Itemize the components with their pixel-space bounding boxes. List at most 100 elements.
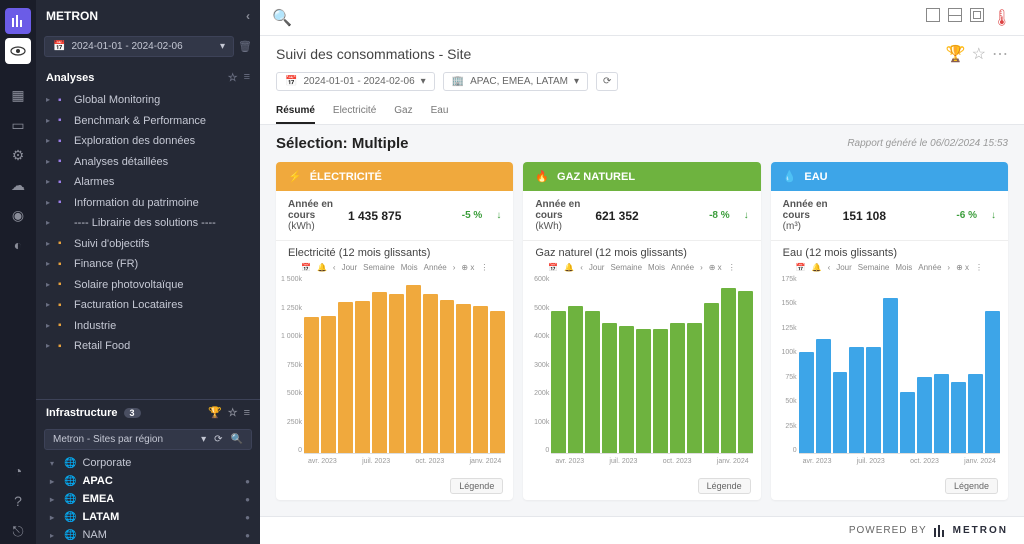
sidebar-analysis-item[interactable]: ▸---- Librairie des solutions ---- xyxy=(36,213,260,234)
range-semaine[interactable]: Semaine xyxy=(858,263,890,272)
prev-icon[interactable]: ‹ xyxy=(333,263,336,272)
sidebar-analysis-item[interactable]: ▸▪Facturation Locataires xyxy=(36,295,260,316)
sidebar-analysis-item[interactable]: ▸▪Global Monitoring xyxy=(36,90,260,111)
caret-icon: ▸ xyxy=(46,115,54,127)
sidebar: METRON ‹ 📅 2024-01-01 - 2024-02-06 ▾ 🗑 A… xyxy=(36,0,260,544)
range-mois[interactable]: Mois xyxy=(401,263,418,272)
archive-icon[interactable]: 🗑 xyxy=(238,40,252,53)
range-jour[interactable]: Jour xyxy=(836,263,852,272)
sidebar-analysis-item[interactable]: ▸▪Suivi d'objectifs xyxy=(36,234,260,255)
page-date-filter[interactable]: 📅 2024-01-01 - 2024-02-06 ▾ xyxy=(276,72,435,91)
rail-user-icon[interactable]: ◐ xyxy=(5,232,31,258)
folder-icon: ▪ xyxy=(58,318,70,333)
bell-icon[interactable]: 🔔 xyxy=(564,263,574,272)
kpi-delta: -8 % ↓ xyxy=(709,210,749,221)
range-semaine[interactable]: Semaine xyxy=(610,263,642,272)
eye-icon[interactable] xyxy=(5,38,31,64)
zoom-icon[interactable]: ⊕ x xyxy=(709,263,722,272)
rail-cloud-icon[interactable]: ☁ xyxy=(5,172,31,198)
next-icon[interactable]: › xyxy=(700,263,703,272)
rail-gear-icon[interactable]: ⚙ xyxy=(5,142,31,168)
legend-button[interactable]: Légende xyxy=(450,478,503,494)
sidebar-analysis-item[interactable]: ▸▪Exploration des données xyxy=(36,131,260,152)
refresh-button[interactable]: ⟳ xyxy=(596,72,618,91)
infra-region-item[interactable]: ▸🌐LATAM● xyxy=(36,508,260,526)
chart-bar xyxy=(951,382,966,453)
sidebar-analysis-item[interactable]: ▸▪Benchmark & Performance xyxy=(36,111,260,132)
zoom-icon[interactable]: ⊕ x xyxy=(461,263,474,272)
legend-button[interactable]: Légende xyxy=(698,478,751,494)
search-icon[interactable]: 🔍 xyxy=(231,434,243,445)
infra-selector[interactable]: Metron - Sites par région ▾ ⟳ 🔍 xyxy=(44,429,252,450)
chart-bar xyxy=(985,311,1000,453)
more-icon[interactable]: ⋮ xyxy=(975,263,983,272)
rail-grid-icon[interactable]: ▦ xyxy=(5,82,31,108)
calendar-icon[interactable]: 📅 xyxy=(301,263,311,272)
search-icon[interactable]: 🔍 xyxy=(272,8,292,28)
page-region-filter[interactable]: 🏢 APAC, EMEA, LATAM ▾ xyxy=(443,72,588,91)
star-icon[interactable]: ☆ xyxy=(228,406,238,419)
range-jour[interactable]: Jour xyxy=(589,263,605,272)
infra-region-item[interactable]: ▸🌐NAM● xyxy=(36,526,260,544)
collapse-icon[interactable]: ‹ xyxy=(246,9,250,23)
rail-profile-icon[interactable]: ◔ xyxy=(5,458,31,484)
star-icon[interactable]: ☆ xyxy=(972,44,986,64)
more-icon[interactable]: ⋮ xyxy=(480,263,488,272)
rail-node-icon[interactable]: ◉ xyxy=(5,202,31,228)
range-mois[interactable]: Mois xyxy=(895,263,912,272)
thermometer-icon[interactable]: 🌡 xyxy=(992,8,1012,28)
rail-calendar-icon[interactable]: ▭ xyxy=(5,112,31,138)
view-single-icon[interactable] xyxy=(926,8,940,22)
sidebar-analysis-item[interactable]: ▸▪Industrie xyxy=(36,316,260,337)
range-annee[interactable]: Année xyxy=(918,263,941,272)
tab-electricité[interactable]: Electricité xyxy=(333,99,376,124)
dot-icon: ● xyxy=(245,477,250,486)
range-annee[interactable]: Année xyxy=(671,263,694,272)
prev-icon[interactable]: ‹ xyxy=(580,263,583,272)
calendar-icon[interactable]: 📅 xyxy=(796,263,806,272)
logo-icon[interactable] xyxy=(5,8,31,34)
next-icon[interactable]: › xyxy=(947,263,950,272)
more-icon[interactable]: ⋮ xyxy=(728,263,736,272)
chevron-down-icon: ▾ xyxy=(220,41,225,52)
infra-root[interactable]: ▾ 🌐 Corporate xyxy=(36,454,260,472)
chart: 600k500k400k300k200k100k0 avr. 2023juil.… xyxy=(523,276,760,476)
refresh-icon[interactable]: ⟳ xyxy=(214,434,222,445)
caret-icon: ▸ xyxy=(46,217,54,229)
tab-résumé[interactable]: Résumé xyxy=(276,99,315,124)
range-semaine[interactable]: Semaine xyxy=(363,263,395,272)
bell-icon[interactable]: 🔔 xyxy=(812,263,822,272)
more-icon[interactable]: ⋯ xyxy=(992,44,1008,64)
rail-help-icon[interactable]: ? xyxy=(5,488,31,514)
list-icon[interactable]: ≡ xyxy=(244,407,250,419)
sidebar-date-filter[interactable]: 📅 2024-01-01 - 2024-02-06 ▾ xyxy=(44,36,234,57)
sidebar-analysis-item[interactable]: ▸▪Alarmes xyxy=(36,172,260,193)
sidebar-analysis-item[interactable]: ▸▪Analyses détaillées xyxy=(36,152,260,173)
trophy-icon[interactable]: 🏆 xyxy=(946,44,966,64)
caret-icon: ▸ xyxy=(46,197,54,209)
sidebar-analysis-item[interactable]: ▸▪Retail Food xyxy=(36,336,260,357)
calendar-icon[interactable]: 📅 xyxy=(548,263,558,272)
sidebar-analysis-item[interactable]: ▸▪Information du patrimoine xyxy=(36,193,260,214)
zoom-icon[interactable]: ⊕ x xyxy=(956,263,969,272)
next-icon[interactable]: › xyxy=(453,263,456,272)
star-icon[interactable]: ☆ xyxy=(228,71,238,84)
range-jour[interactable]: Jour xyxy=(342,263,358,272)
range-mois[interactable]: Mois xyxy=(648,263,665,272)
bell-icon[interactable]: 🔔 xyxy=(317,263,327,272)
tab-eau[interactable]: Eau xyxy=(431,99,449,124)
view-grid-icon[interactable] xyxy=(970,8,984,22)
trophy-icon[interactable]: 🏆 xyxy=(208,406,222,419)
prev-icon[interactable]: ‹ xyxy=(828,263,831,272)
infra-region-item[interactable]: ▸🌐APAC● xyxy=(36,472,260,490)
chart-bar xyxy=(934,374,949,453)
tab-gaz[interactable]: Gaz xyxy=(394,99,412,124)
view-split-icon[interactable] xyxy=(948,8,962,22)
sidebar-analysis-item[interactable]: ▸▪Solaire photovoltaïque xyxy=(36,275,260,296)
range-annee[interactable]: Année xyxy=(424,263,447,272)
infra-region-item[interactable]: ▸🌐EMEA● xyxy=(36,490,260,508)
list-icon[interactable]: ≡ xyxy=(244,71,250,84)
legend-button[interactable]: Légende xyxy=(945,478,998,494)
sidebar-analysis-item[interactable]: ▸▪Finance (FR) xyxy=(36,254,260,275)
rail-logout-icon[interactable]: ⎋ xyxy=(5,518,31,544)
